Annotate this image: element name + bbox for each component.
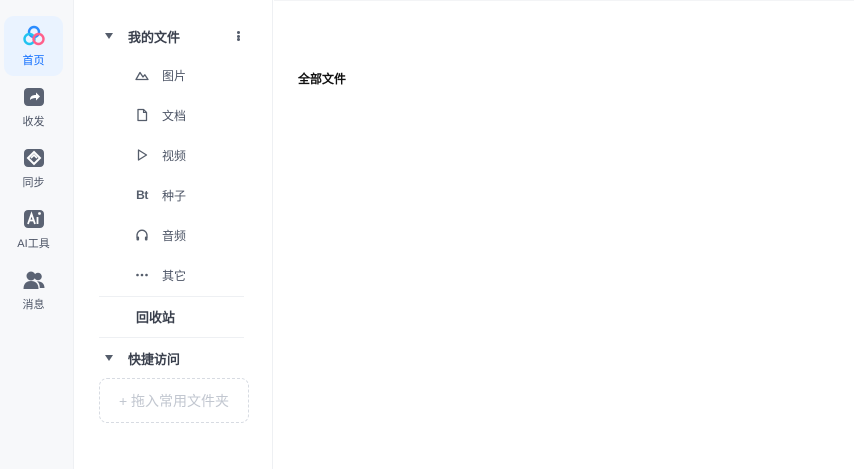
quick-access-section[interactable]: 快捷访问 bbox=[105, 347, 180, 369]
nav-item-label: 音频 bbox=[162, 228, 187, 243]
rail-item-sync[interactable]: 同步 bbox=[4, 138, 63, 198]
quick-access-drop-zone[interactable]: + 拖入常用文件夹 bbox=[99, 378, 249, 423]
bt-icon: Bt bbox=[136, 188, 148, 202]
image-icon bbox=[135, 71, 149, 81]
ai-tools-icon bbox=[23, 210, 44, 228]
share-folder-icon bbox=[23, 88, 44, 106]
caret-down-icon bbox=[105, 33, 113, 39]
rail-item-label: 首页 bbox=[22, 55, 45, 67]
nav-item-label: 种子 bbox=[162, 188, 187, 203]
rail-item-label: 消息 bbox=[22, 299, 45, 311]
rail-item-messages[interactable]: 消息 bbox=[4, 260, 63, 320]
rail-item-label: 收发 bbox=[22, 116, 45, 128]
more-vertical-icon bbox=[236, 31, 240, 34]
nav-item-audio[interactable]: 音频 bbox=[135, 225, 186, 245]
more-dots-icon bbox=[136, 273, 148, 277]
rail-item-home[interactable]: 首页 bbox=[4, 16, 63, 76]
nav-item-label: 文档 bbox=[162, 108, 187, 123]
left-rail: 首页 收发 同步 AI工具 消息 bbox=[0, 0, 74, 469]
rail-item-ai-tools[interactable]: AI工具 bbox=[4, 199, 63, 259]
my-files-label: 我的文件 bbox=[128, 29, 181, 45]
nav-item-other[interactable]: 其它 bbox=[135, 265, 186, 285]
nav-item-images[interactable]: 图片 bbox=[135, 65, 186, 85]
rail-item-share[interactable]: 收发 bbox=[4, 77, 63, 137]
quick-access-label: 快捷访问 bbox=[128, 351, 181, 367]
document-icon bbox=[137, 108, 148, 122]
more-options-button[interactable] bbox=[233, 29, 243, 43]
nav-item-videos[interactable]: 视频 bbox=[135, 145, 186, 165]
sync-icon bbox=[23, 149, 44, 167]
headphones-icon bbox=[136, 229, 148, 241]
caret-down-icon bbox=[105, 355, 113, 361]
nav-item-label: 视频 bbox=[162, 148, 187, 163]
page-title: 全部文件 bbox=[298, 72, 347, 86]
main-content: 全部文件 bbox=[274, 0, 854, 469]
messages-icon bbox=[23, 271, 44, 289]
trash-link[interactable]: 回收站 bbox=[136, 307, 175, 326]
file-nav-panel: 我的文件 图片 文档 视频 Bt 种子 音频 其它 回收站 快捷访问 + 拖入常… bbox=[75, 0, 273, 469]
nav-item-torrents[interactable]: Bt 种子 bbox=[135, 185, 186, 205]
nav-item-documents[interactable]: 文档 bbox=[135, 105, 186, 125]
divider bbox=[99, 296, 244, 297]
nav-item-label: 其它 bbox=[162, 268, 187, 283]
rail-item-label: 同步 bbox=[22, 177, 45, 189]
video-play-icon bbox=[137, 149, 148, 161]
drop-zone-hint: + 拖入常用文件夹 bbox=[118, 392, 230, 409]
my-files-section[interactable]: 我的文件 bbox=[105, 25, 180, 47]
rail-item-label: AI工具 bbox=[17, 238, 50, 250]
divider bbox=[99, 337, 244, 338]
home-logo-icon bbox=[22, 25, 45, 46]
nav-item-label: 图片 bbox=[162, 68, 187, 83]
